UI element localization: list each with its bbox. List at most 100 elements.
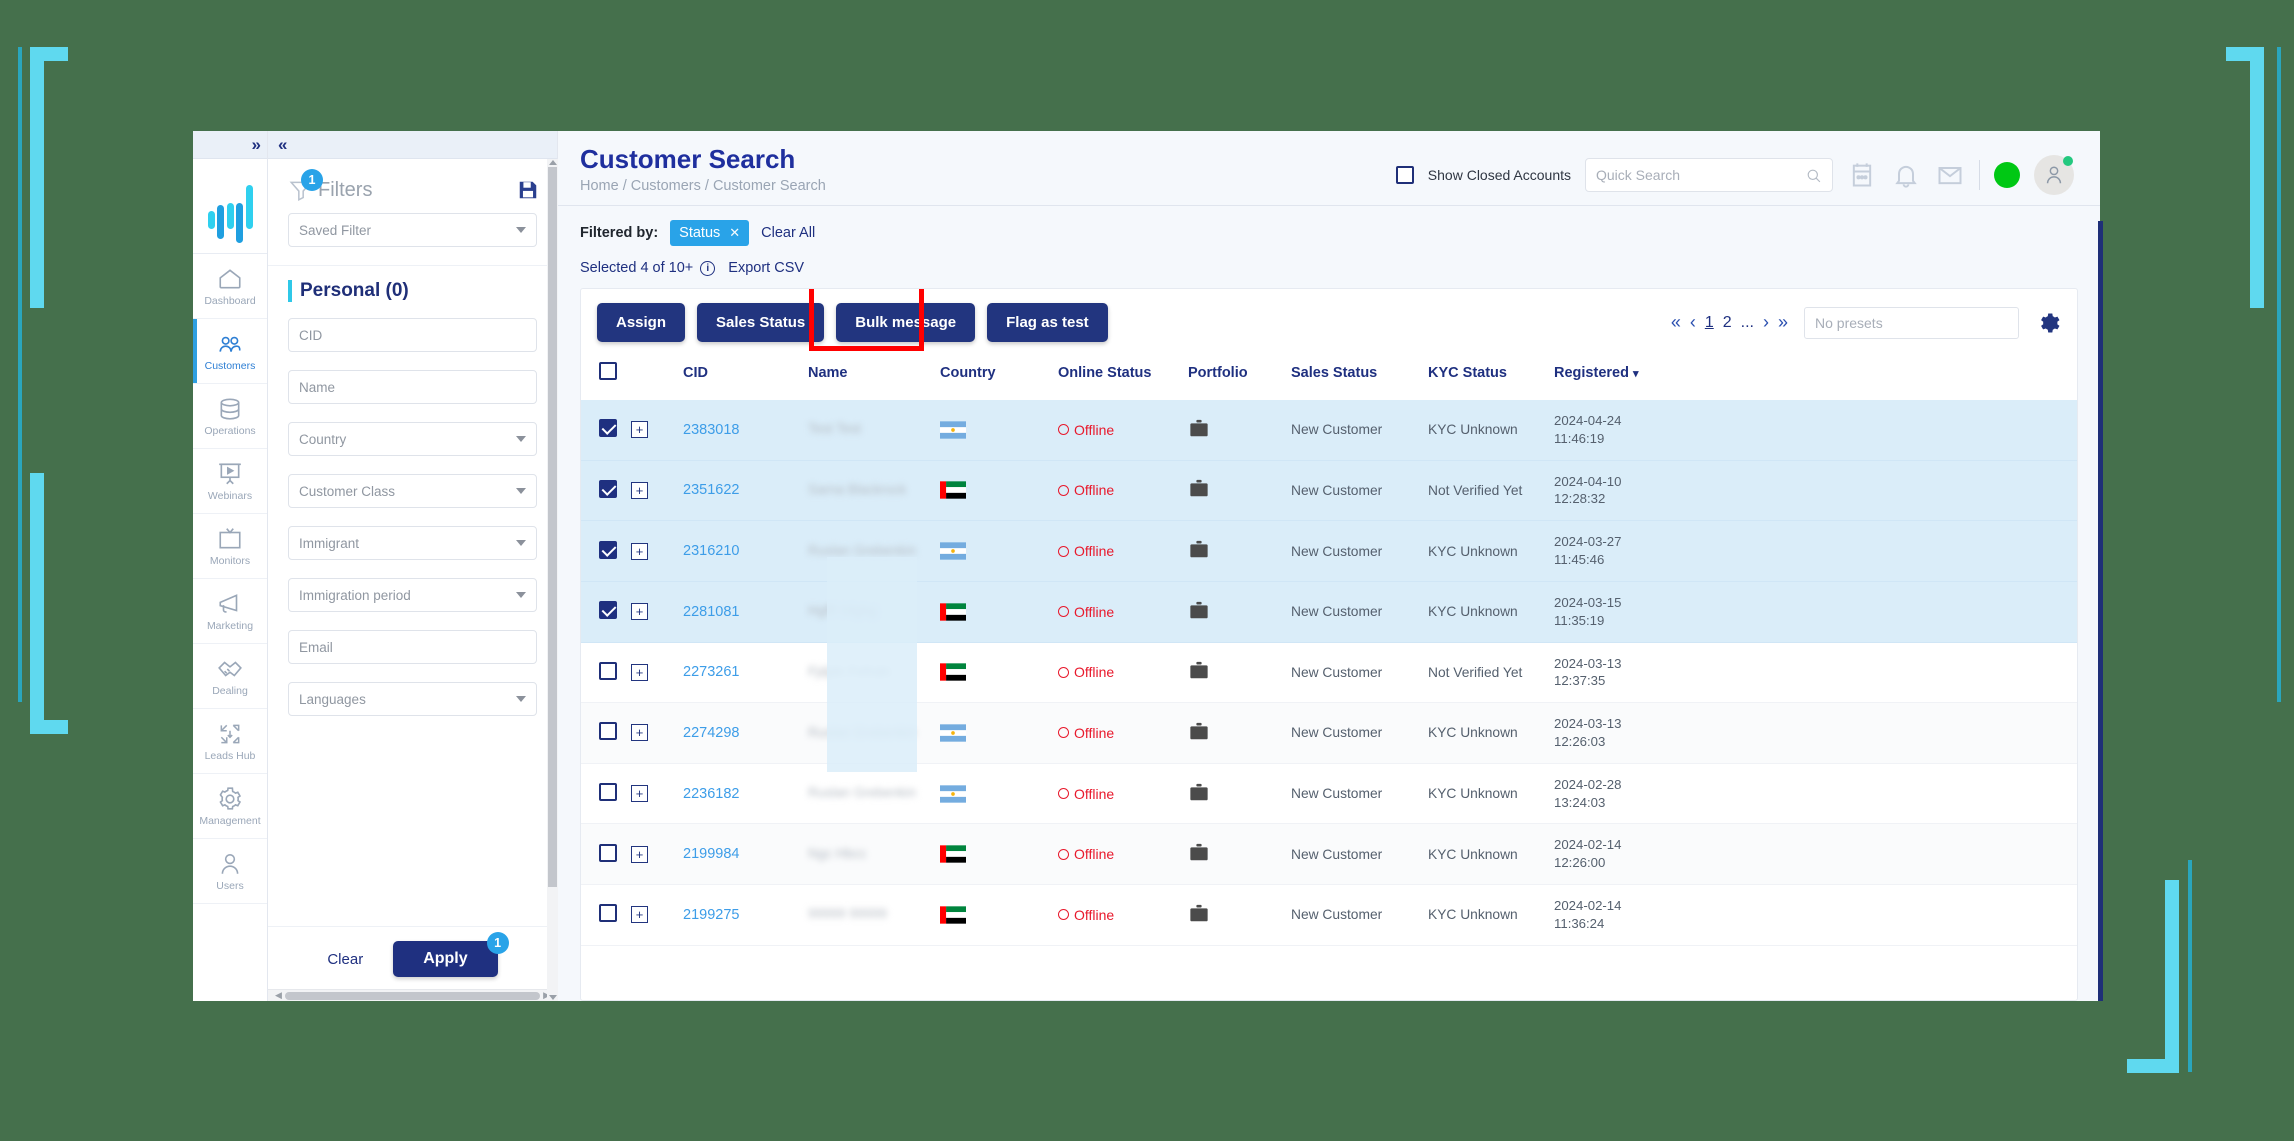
- column-header-portfolio[interactable]: Portfolio: [1184, 356, 1287, 400]
- sidebar-item-dashboard[interactable]: Dashboard: [193, 254, 267, 319]
- export-csv-button[interactable]: Export CSV: [728, 260, 804, 276]
- page-number-2[interactable]: 2: [1723, 314, 1732, 332]
- row-checkbox[interactable]: [599, 419, 617, 438]
- row-checkbox[interactable]: [599, 904, 617, 923]
- cid-link[interactable]: 2199275: [683, 907, 739, 923]
- filter-field-languages[interactable]: Languages: [288, 682, 537, 716]
- filter-field-customer-class[interactable]: Customer Class: [288, 474, 537, 508]
- row-checkbox[interactable]: [599, 661, 617, 680]
- cid-link[interactable]: 2236182: [683, 786, 739, 802]
- column-header-registered[interactable]: Registered ▾: [1550, 356, 2077, 400]
- expand-row-icon[interactable]: +: [631, 481, 648, 499]
- column-header-country[interactable]: Country: [936, 356, 1054, 400]
- rail-collapse-bar[interactable]: »: [193, 131, 267, 159]
- column-header-cid[interactable]: CID: [679, 356, 804, 400]
- briefcase-icon[interactable]: [1188, 843, 1210, 862]
- cid-link[interactable]: 2351622: [683, 482, 739, 498]
- sidebar-item-marketing[interactable]: Marketing: [193, 579, 267, 644]
- sidebar-item-dealing[interactable]: Dealing: [193, 644, 267, 709]
- page-number-1[interactable]: 1: [1705, 314, 1714, 332]
- expand-row-icon[interactable]: +: [631, 724, 648, 742]
- expand-row-icon[interactable]: +: [631, 906, 648, 924]
- scroll-left-arrow-icon[interactable]: ◀: [272, 990, 285, 1001]
- sidebar-item-monitors[interactable]: Monitors: [193, 514, 267, 579]
- filter-field-name[interactable]: Name: [288, 370, 537, 404]
- show-closed-accounts-checkbox[interactable]: [1395, 166, 1414, 184]
- column-header-online-status[interactable]: Online Status: [1054, 356, 1184, 400]
- cid-link[interactable]: 2281081: [683, 604, 739, 620]
- bulk-message-button[interactable]: Bulk message: [836, 303, 976, 342]
- filter-field-email[interactable]: Email: [288, 630, 537, 664]
- filter-field-country[interactable]: Country: [288, 422, 537, 456]
- sales-status-button[interactable]: Sales Status: [697, 303, 825, 342]
- briefcase-icon[interactable]: [1188, 722, 1210, 741]
- table-row[interactable]: +2351622 Sarna Blackrock Offline New Custom…: [581, 460, 2077, 522]
- select-all-checkbox[interactable]: [599, 362, 617, 380]
- table-row[interactable]: +2383018 Test Test Offline New Customer KYC …: [581, 400, 2077, 461]
- table-row[interactable]: +2273261 Fjdjdn Fefndn Offline New Customer…: [581, 642, 2077, 704]
- flag-as-test-button[interactable]: Flag as test: [987, 303, 1108, 342]
- chevron-double-left-icon[interactable]: «: [278, 135, 288, 155]
- briefcase-icon[interactable]: [1188, 601, 1210, 620]
- briefcase-icon[interactable]: [1188, 540, 1210, 559]
- gear-icon[interactable]: [2035, 310, 2061, 336]
- presets-input[interactable]: No presets: [1804, 306, 2019, 339]
- briefcase-icon[interactable]: [1188, 904, 1210, 923]
- cid-link[interactable]: 2383018: [683, 422, 739, 438]
- column-header-sales-status[interactable]: Sales Status: [1287, 356, 1424, 400]
- last-page-icon[interactable]: »: [1778, 312, 1788, 333]
- briefcase-icon[interactable]: [1188, 661, 1210, 680]
- floppy-save-icon[interactable]: [517, 179, 539, 201]
- expand-row-icon[interactable]: +: [631, 603, 648, 621]
- expand-row-icon[interactable]: +: [631, 663, 648, 681]
- prev-page-icon[interactable]: ‹: [1690, 312, 1696, 333]
- sidebar-item-customers[interactable]: Customers: [193, 319, 267, 384]
- filters-vertical-scrollbar[interactable]: [547, 159, 558, 1001]
- sidebar-item-operations[interactable]: Operations: [193, 384, 267, 449]
- briefcase-icon[interactable]: [1188, 479, 1210, 498]
- table-row[interactable]: +2274298 Ruslan Grebenkin Offline New Custo…: [581, 702, 2077, 764]
- quick-search-input[interactable]: Quick Search: [1585, 158, 1833, 192]
- cid-link[interactable]: 2273261: [683, 664, 739, 680]
- close-icon[interactable]: ✕: [729, 225, 740, 241]
- cid-link[interactable]: 2316210: [683, 543, 739, 559]
- sidebar-item-webinars[interactable]: Webinars: [193, 449, 267, 514]
- row-checkbox[interactable]: [599, 601, 617, 620]
- filter-field-cid[interactable]: CID: [288, 318, 537, 352]
- scroll-thumb[interactable]: [548, 167, 557, 887]
- saved-filter-select[interactable]: Saved Filter: [288, 213, 537, 247]
- table-row[interactable]: +2281081 Hgfff Gfghg Offline New Customer KY…: [581, 581, 2077, 643]
- next-page-icon[interactable]: ›: [1763, 312, 1769, 333]
- expand-row-icon[interactable]: +: [631, 785, 648, 803]
- sidebar-item-users[interactable]: Users: [193, 839, 267, 904]
- sidebar-item-leads-hub[interactable]: Leads Hub: [193, 709, 267, 774]
- info-icon[interactable]: i: [700, 260, 716, 276]
- filters-horizontal-scrollbar[interactable]: ◀ ▶: [268, 989, 557, 1001]
- calendar-icon[interactable]: [1847, 161, 1877, 189]
- row-checkbox[interactable]: [599, 722, 617, 741]
- filter-field-immigrant[interactable]: Immigrant: [288, 526, 537, 560]
- briefcase-icon[interactable]: [1188, 419, 1210, 438]
- assign-button[interactable]: Assign: [597, 303, 686, 342]
- apply-filters-button[interactable]: Apply 1: [393, 932, 509, 977]
- filters-collapse-bar[interactable]: «: [268, 131, 557, 159]
- expand-row-icon[interactable]: +: [631, 845, 648, 863]
- first-page-icon[interactable]: «: [1671, 312, 1681, 333]
- row-checkbox[interactable]: [599, 540, 617, 559]
- cid-link[interactable]: 2274298: [683, 725, 739, 741]
- search-icon[interactable]: [1805, 167, 1822, 184]
- briefcase-icon[interactable]: [1188, 783, 1210, 802]
- scroll-thumb[interactable]: [284, 991, 541, 1000]
- row-checkbox[interactable]: [599, 783, 617, 802]
- filter-field-immigration-period[interactable]: Immigration period: [288, 578, 537, 612]
- table-row[interactable]: +2316210 Ruslan Grebenkin Offline New Custo…: [581, 520, 2077, 582]
- table-row[interactable]: +2236182 Ruslan Grebenkin Offline New Custo…: [581, 763, 2077, 825]
- filter-chip-status[interactable]: Status ✕: [670, 220, 750, 246]
- row-checkbox[interactable]: [599, 843, 617, 862]
- table-row[interactable]: +2199984 Ngc Hbcc Offline New Customer KYC U…: [581, 823, 2077, 885]
- avatar[interactable]: [2034, 155, 2074, 195]
- scroll-down-arrow-icon[interactable]: [549, 995, 557, 1000]
- expand-row-icon[interactable]: +: [631, 542, 648, 560]
- bell-icon[interactable]: [1891, 161, 1921, 189]
- sidebar-item-management[interactable]: Management: [193, 774, 267, 839]
